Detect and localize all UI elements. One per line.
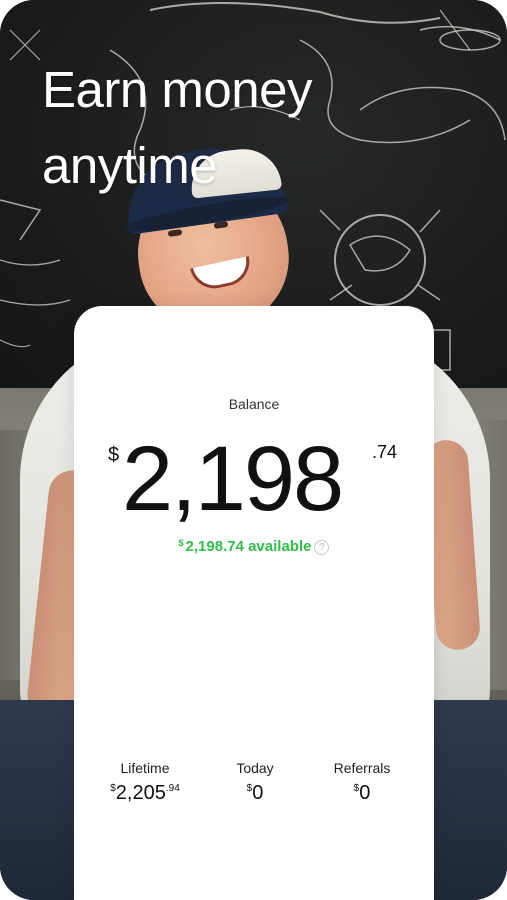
balance-label: Balance [228, 396, 280, 412]
balance-amount: $ 2,198 .74 [74, 424, 434, 534]
stat-today: Today $0 [200, 760, 310, 805]
stat-lifetime-value: $2,205.94 [90, 782, 200, 805]
available-balance: $2,198.74 available? [74, 538, 434, 555]
available-suffix: available [248, 538, 312, 555]
available-currency: $ [178, 538, 184, 548]
stat-today-amount: 0 [252, 782, 264, 804]
earnings-stats: Lifetime $2,205.94 Today $0 Referrals $0 [74, 760, 434, 820]
stat-today-label: Today [236, 760, 274, 776]
help-circle-icon[interactable]: ? [314, 540, 330, 555]
stat-today-value: $0 [200, 782, 310, 805]
stat-referrals-amount: 0 [359, 782, 371, 804]
headline-line-1: Earn money [42, 61, 312, 118]
stat-lifetime-label: Lifetime [120, 760, 170, 776]
balance-whole: 2,198 [122, 428, 344, 530]
stat-referrals: Referrals $0 [307, 760, 417, 805]
balance-card: Balance $ 2,198 .74 $2,198.74 available?… [74, 306, 434, 900]
balance-currency: $ [108, 444, 120, 466]
stat-referrals-label: Referrals [333, 760, 391, 776]
available-amount: 2,198.74 [185, 538, 244, 555]
stat-lifetime-whole: 2,205 [115, 782, 166, 804]
stat-lifetime-cents: .94 [165, 783, 180, 794]
app-screen: Earn money anytime Balance $ 2,198 .74 $… [0, 0, 507, 900]
headline: Earn money anytime [42, 52, 422, 204]
stat-lifetime: Lifetime $2,205.94 [90, 760, 200, 805]
stat-referrals-value: $0 [307, 782, 417, 805]
headline-line-2: anytime [42, 137, 218, 194]
balance-cents: .74 [372, 442, 398, 462]
